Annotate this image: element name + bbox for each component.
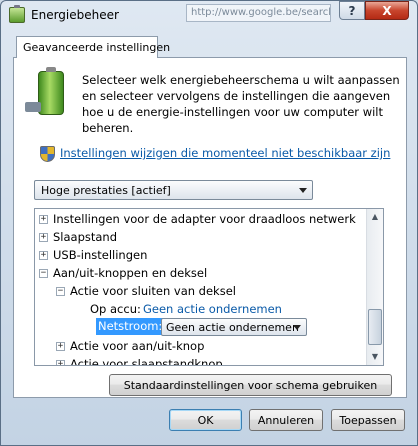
close-button[interactable]: X	[365, 1, 409, 20]
title-bar[interactable]: Energiebeheer http://www.google.be/searc…	[1, 1, 417, 29]
power-plan-select[interactable]: Hoge prestaties [actief]	[34, 180, 313, 200]
plugged-in-row[interactable]: Netstroom: Geen actie ondernemen	[35, 318, 365, 336]
tree-item-label: Aan/uit-knoppen en deksel	[53, 266, 208, 280]
on-battery-value-link[interactable]: Geen actie ondernemen	[143, 300, 282, 318]
tree-item-label: USB-instellingen	[53, 248, 148, 262]
collapse-icon[interactable]: −	[56, 287, 65, 296]
scroll-up-icon[interactable]: ▲	[367, 209, 383, 225]
advanced-settings-panel: Selecteer welk energiebeheerschema u wil…	[13, 57, 407, 398]
window-title: Energiebeheer	[31, 8, 119, 22]
energiebeheer-window: Energiebeheer http://www.google.be/searc…	[0, 0, 418, 446]
tab-advanced-settings[interactable]: Geavanceerde instellingen	[16, 36, 170, 58]
apply-button[interactable]: Toepassen	[331, 409, 405, 431]
on-battery-label: Op accu:	[90, 302, 141, 316]
background-address-bar: http://www.google.be/search	[186, 4, 331, 22]
plugged-in-label: Netstroom:	[96, 318, 165, 335]
power-plug-icon	[25, 102, 41, 112]
scrollbar-thumb[interactable]	[368, 309, 382, 345]
tree-item-label: Actie voor slaapstandknop	[70, 357, 223, 366]
cancel-button[interactable]: Annuleren	[249, 409, 323, 431]
plugged-in-action-value: Geen actie ondernemen	[166, 321, 299, 334]
collapse-icon[interactable]: −	[39, 269, 48, 278]
ok-button[interactable]: OK	[169, 409, 242, 431]
expand-icon[interactable]: +	[56, 342, 65, 351]
plugged-in-action-select[interactable]: Geen actie ondernemen	[161, 318, 307, 336]
chevron-down-icon	[293, 325, 301, 330]
chevron-down-icon	[299, 188, 307, 193]
description-text: Selecteer welk energiebeheerschema u wil…	[82, 73, 400, 135]
on-battery-row[interactable]: Op accu: Geen actie ondernemen	[35, 300, 365, 318]
settings-tree[interactable]: + Instellingen voor de adapter voor draa…	[34, 208, 384, 366]
expand-icon[interactable]: +	[39, 215, 48, 224]
help-button[interactable]: ?	[339, 1, 365, 20]
tree-item-label: Slaapstand	[53, 230, 118, 244]
scroll-down-icon[interactable]: ▼	[367, 349, 383, 365]
battery-icon	[9, 5, 25, 23]
expand-icon[interactable]: +	[39, 251, 48, 260]
tree-scrollbar[interactable]: ▲ ▼	[366, 209, 383, 365]
uac-shield-icon	[40, 146, 55, 162]
tree-item-label: Instellingen voor de adapter voor draadl…	[53, 212, 356, 226]
tree-item-label: Actie voor sluiten van deksel	[70, 284, 236, 298]
expand-icon[interactable]: +	[56, 360, 65, 365]
power-plan-select-value: Hoge prestaties [actief]	[41, 184, 171, 197]
restore-defaults-button[interactable]: Standaardinstellingen voor schema gebrui…	[109, 374, 392, 396]
expand-icon[interactable]: +	[39, 233, 48, 242]
change-unavailable-settings-link[interactable]: Instellingen wijzigen die momenteel niet…	[60, 146, 390, 160]
tree-item-label: Actie voor aan/uit-knop	[70, 339, 205, 353]
power-battery-icon	[25, 67, 64, 115]
